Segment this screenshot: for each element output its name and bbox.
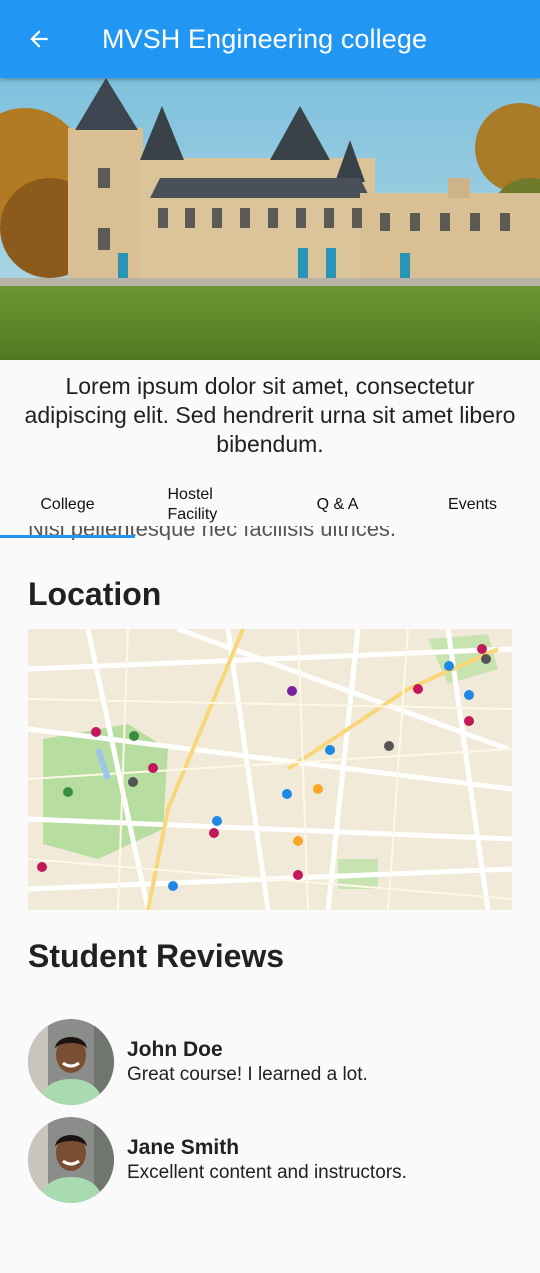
college-description: Lorem ipsum dolor sit amet, consectetur …	[24, 373, 516, 457]
review-text: Great course! I learned a lot.	[127, 1064, 368, 1085]
avatar	[28, 1019, 114, 1105]
location-heading: Location	[28, 576, 162, 612]
tab-label: Hostel Facility	[167, 486, 218, 523]
tab-events[interactable]: Events	[405, 472, 540, 538]
reviews-heading: Student Reviews	[28, 938, 285, 974]
reviewer-name: John Doe	[127, 1038, 223, 1061]
reviewer-name: Jane Smith	[127, 1136, 240, 1159]
tab-q-and-a[interactable]: Q & A	[270, 472, 405, 538]
page-title: MVSH Engineering college	[102, 24, 428, 54]
tab-label: College	[40, 496, 95, 513]
review-item: John Doe Great course! I learned a lot.	[28, 1019, 512, 1105]
review-text: Excellent content and instructors.	[127, 1162, 407, 1183]
location-map[interactable]	[28, 629, 512, 910]
app-bar: MVSH Engineering college	[0, 0, 540, 78]
back-button[interactable]	[24, 24, 54, 54]
arrow-back-icon	[30, 30, 48, 48]
avatar	[28, 1117, 114, 1203]
tab-college[interactable]: College	[0, 472, 135, 538]
review-item: Jane Smith Excellent content and instruc…	[28, 1117, 512, 1203]
tab-hostel-facility[interactable]: Hostel Facility	[135, 472, 270, 538]
tab-label: Q & A	[316, 496, 359, 513]
tab-indicator	[0, 535, 135, 538]
tab-bar: College Hostel Facility Q & A Events	[0, 472, 540, 538]
college-hero-image	[0, 78, 540, 360]
tab-label: Events	[448, 496, 497, 513]
